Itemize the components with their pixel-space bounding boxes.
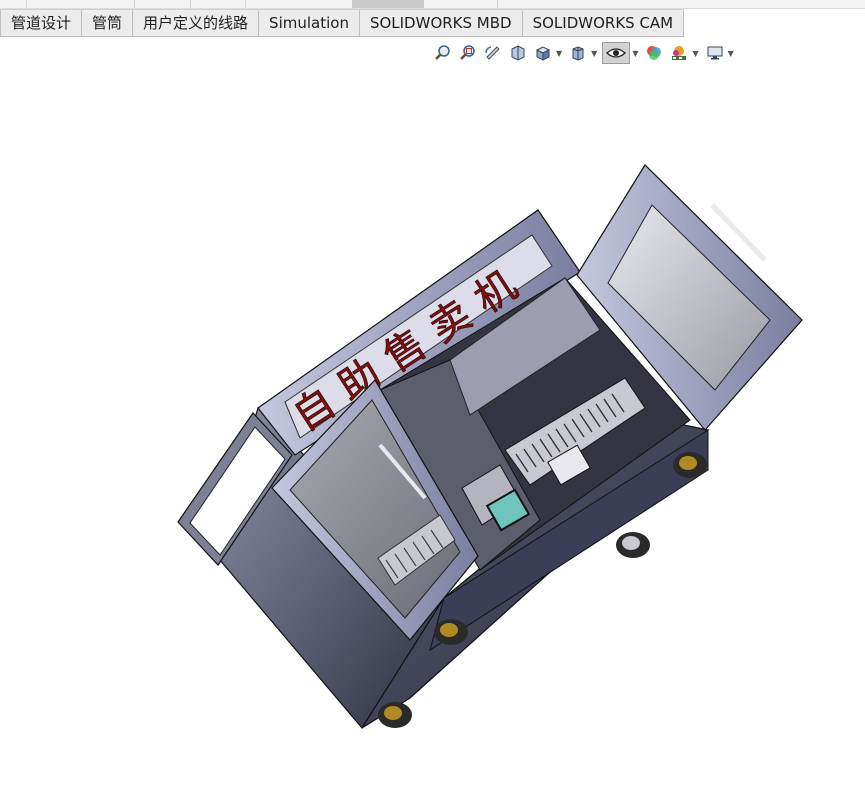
hide-show-items-icon[interactable]	[602, 42, 631, 64]
strip-divider	[134, 0, 135, 8]
zoom-to-fit-icon[interactable]	[432, 42, 454, 64]
chevron-down-icon[interactable]: ▼	[591, 49, 597, 58]
display-style-icon[interactable]	[567, 42, 589, 64]
apply-scene-icon[interactable]	[668, 42, 690, 64]
chevron-down-icon[interactable]: ▼	[556, 49, 562, 58]
tab-tubing[interactable]: 管筒	[82, 10, 134, 37]
caster-wheel	[378, 702, 412, 728]
chevron-down-icon[interactable]: ▼	[728, 49, 734, 58]
strip-divider	[497, 0, 498, 8]
chevron-down-icon[interactable]: ▼	[692, 49, 698, 58]
strip-selected-tab[interactable]	[352, 0, 424, 8]
caster-wheel	[616, 532, 650, 558]
view-settings-icon[interactable]	[704, 42, 726, 64]
zoom-to-area-icon[interactable]	[457, 42, 479, 64]
vending-machine-model[interactable]: 自助售卖机	[0, 68, 865, 808]
view-orientation-icon[interactable]	[532, 42, 554, 64]
tab-solidworks-cam[interactable]: SOLIDWORKS CAM	[522, 10, 685, 37]
tab-simulation[interactable]: Simulation	[259, 10, 360, 37]
strip-divider	[26, 0, 27, 8]
caster-wheel	[673, 452, 707, 478]
caster-wheel	[434, 619, 468, 645]
edit-appearance-icon[interactable]	[643, 42, 665, 64]
section-view-icon[interactable]	[507, 42, 529, 64]
graphics-viewport[interactable]: 自助售卖机	[0, 68, 865, 808]
chevron-down-icon[interactable]: ▼	[632, 49, 638, 58]
previous-view-icon[interactable]	[482, 42, 504, 64]
strip-divider	[190, 0, 191, 8]
strip-divider	[245, 0, 246, 8]
command-manager-tabs: 管道设计 管筒 用户定义的线路 Simulation SOLIDWORKS MB…	[0, 9, 685, 39]
tab-solidworks-mbd[interactable]: SOLIDWORKS MBD	[359, 10, 523, 37]
tab-piping[interactable]: 管道设计	[0, 10, 83, 37]
tab-user-defined-route[interactable]: 用户定义的线路	[133, 10, 260, 37]
top-tab-strip	[0, 0, 865, 9]
heads-up-view-toolbar: ▼ ▼ ▼ ▼ ▼	[432, 41, 739, 65]
